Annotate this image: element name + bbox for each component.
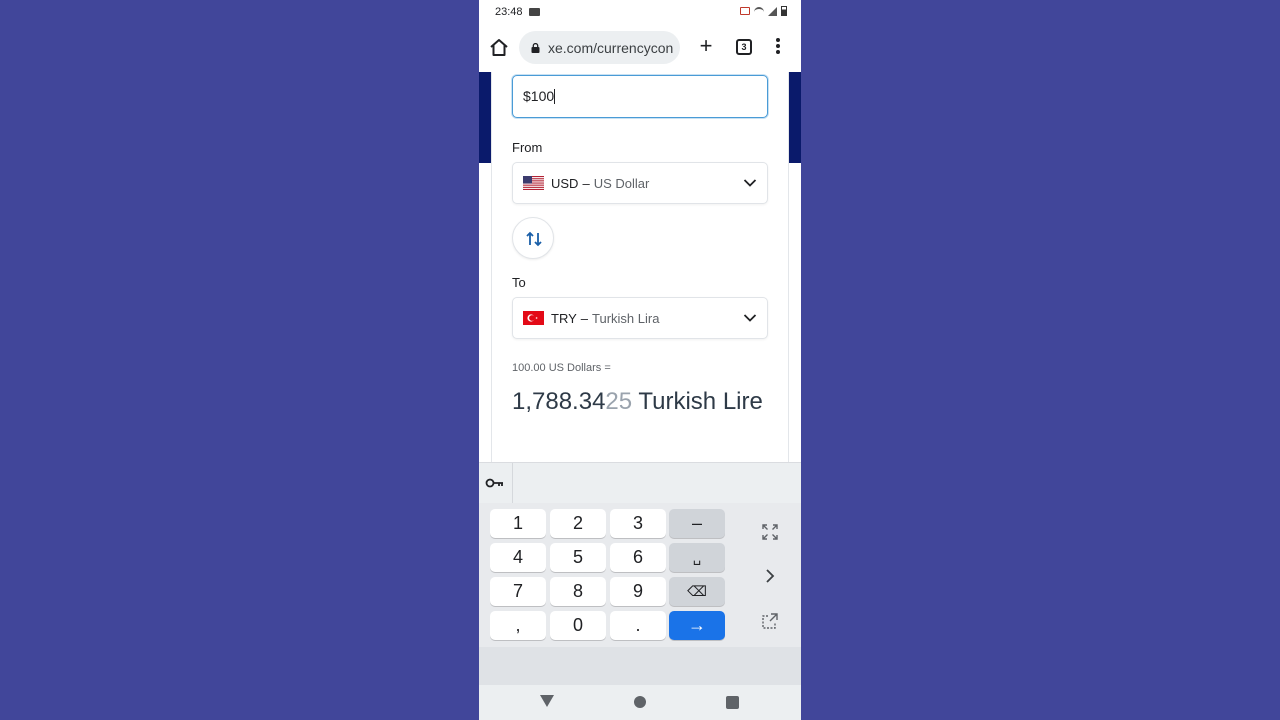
sim-card-icon bbox=[740, 7, 750, 15]
url-bar[interactable]: xe.com/currencycon bbox=[519, 31, 680, 64]
us-flag-icon bbox=[523, 176, 544, 190]
chevron-down-icon bbox=[743, 179, 757, 187]
home-circle-icon[interactable] bbox=[634, 696, 646, 708]
result-amount-extra-digits: 25 bbox=[605, 388, 633, 415]
page-content: $100 From USD – US Dollar To TRY – Turki… bbox=[479, 72, 801, 462]
keyboard-suggestion-bar bbox=[479, 462, 801, 504]
from-dash: – bbox=[582, 175, 590, 191]
phone-screen: 23:48 xe.com/currencycon + 3 $100 From U… bbox=[479, 0, 801, 720]
signal-icon bbox=[768, 6, 777, 16]
to-currency-select[interactable]: TRY – Turkish Lira bbox=[512, 297, 768, 339]
key-7[interactable]: 7 bbox=[490, 577, 546, 606]
from-currency-name: US Dollar bbox=[593, 175, 650, 191]
divider bbox=[512, 463, 513, 504]
text-caret bbox=[554, 89, 556, 104]
from-label: From bbox=[512, 140, 543, 155]
battery-icon bbox=[781, 6, 787, 16]
from-currency-code: USD bbox=[551, 175, 579, 191]
from-currency-select[interactable]: USD – US Dollar bbox=[512, 162, 768, 204]
home-icon[interactable] bbox=[487, 34, 511, 62]
key-minus[interactable]: – bbox=[669, 509, 725, 538]
key-8[interactable]: 8 bbox=[550, 577, 606, 606]
key-5[interactable]: 5 bbox=[550, 543, 606, 572]
key-period[interactable]: . bbox=[610, 611, 666, 640]
to-currency-name: Turkish Lira bbox=[592, 310, 660, 326]
key-enter[interactable]: → bbox=[669, 611, 725, 640]
key-9[interactable]: 9 bbox=[610, 577, 666, 606]
browser-toolbar: xe.com/currencycon + 3 bbox=[479, 24, 801, 72]
chevron-right-icon[interactable] bbox=[762, 568, 778, 584]
recent-apps-icon[interactable] bbox=[726, 696, 739, 709]
turkey-flag-icon bbox=[523, 311, 544, 325]
camera-icon bbox=[529, 8, 540, 16]
key-0[interactable]: 0 bbox=[550, 611, 606, 640]
url-text: xe.com/currencycon bbox=[548, 39, 674, 56]
swap-currencies-button[interactable] bbox=[512, 217, 554, 259]
result-unit: Turkish Lire bbox=[632, 388, 763, 415]
swap-icon bbox=[526, 231, 542, 247]
status-bar: 23:48 bbox=[479, 0, 801, 24]
key-4[interactable]: 4 bbox=[490, 543, 546, 572]
status-time: 23:48 bbox=[495, 6, 523, 18]
password-key-icon[interactable] bbox=[485, 476, 505, 490]
new-tab-button[interactable]: + bbox=[695, 35, 717, 58]
key-6[interactable]: 6 bbox=[610, 543, 666, 572]
key-2[interactable]: 2 bbox=[550, 509, 606, 538]
to-label: To bbox=[512, 275, 526, 290]
status-icons bbox=[740, 6, 787, 16]
result-subtitle: 100.00 US Dollars = bbox=[512, 362, 611, 374]
to-currency-code: TRY bbox=[551, 310, 577, 326]
amount-input[interactable]: $100 bbox=[512, 75, 768, 118]
conversion-result: 1,788.3425 Turkish Lire bbox=[512, 380, 772, 423]
wifi-icon bbox=[754, 7, 764, 15]
more-menu-icon[interactable] bbox=[772, 38, 784, 58]
tab-switcher-button[interactable]: 3 bbox=[736, 39, 752, 55]
amount-value: $100 bbox=[523, 88, 555, 104]
to-dash: – bbox=[580, 310, 588, 326]
key-backspace[interactable]: ⌫ bbox=[669, 577, 725, 606]
chevron-down-icon bbox=[743, 314, 757, 322]
expand-keyboard-icon[interactable] bbox=[762, 524, 778, 540]
result-amount: 1,788.34 bbox=[512, 388, 606, 415]
key-1[interactable]: 1 bbox=[490, 509, 546, 538]
floating-keyboard-icon[interactable] bbox=[762, 613, 778, 629]
lock-icon bbox=[531, 42, 540, 53]
key-comma[interactable]: , bbox=[490, 611, 546, 640]
key-3[interactable]: 3 bbox=[610, 509, 666, 538]
navigation-bar bbox=[479, 685, 801, 720]
back-icon[interactable] bbox=[540, 695, 554, 707]
key-space[interactable]: ␣ bbox=[669, 543, 725, 572]
